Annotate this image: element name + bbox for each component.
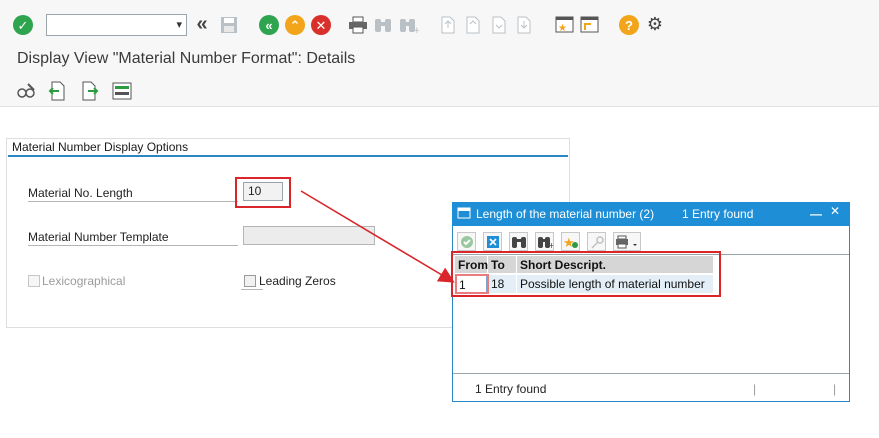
close-icon[interactable]: ✕ (830, 204, 840, 218)
status-divider: | (753, 382, 757, 396)
highlight-box-length (235, 177, 291, 208)
back-icon[interactable]: « (259, 15, 279, 35)
highlight-box-from (455, 274, 489, 294)
checkbox-underline (241, 289, 263, 290)
highlight-box-result (451, 251, 721, 297)
material-template-input[interactable] (243, 226, 375, 245)
chevron-down-icon[interactable]: ▾ (176, 18, 182, 31)
page-title: Display View "Material Number Format": D… (17, 50, 356, 67)
leading-zeros-checkbox[interactable] (244, 275, 256, 287)
exit-icon[interactable]: ⌃ (285, 15, 305, 35)
add-favorite-icon[interactable]: ★ (561, 232, 580, 251)
save-icon[interactable] (219, 15, 239, 35)
previous-entry-icon[interactable] (48, 81, 66, 101)
print-menu-icon[interactable] (613, 232, 641, 251)
display-change-icon[interactable] (16, 82, 36, 100)
svg-text:+: + (548, 241, 553, 249)
help-icon[interactable]: ? (619, 15, 639, 35)
material-template-label: Material Number Template (28, 230, 169, 244)
status-text: 1 Entry found (475, 382, 547, 396)
popup-found-count: 1 Entry found (682, 207, 754, 221)
status-divider: | (833, 382, 837, 396)
leading-zeros-label: Leading Zeros (259, 274, 336, 288)
create-session-icon[interactable]: ★ (555, 15, 575, 35)
material-length-label: Material No. Length (28, 186, 133, 200)
print-icon[interactable] (348, 15, 368, 35)
svg-text:+: + (413, 26, 419, 34)
next-page-icon[interactable] (490, 15, 508, 35)
back-double-icon[interactable]: « (193, 13, 211, 35)
lexicographical-label: Lexicographical (42, 274, 126, 288)
label-underline (28, 201, 238, 202)
label-underline (28, 245, 238, 246)
popup-title: Length of the material number (2) (476, 207, 655, 221)
lexicographical-checkbox[interactable] (28, 275, 40, 287)
check-icon[interactable]: ✓ (13, 15, 33, 35)
command-field[interactable]: ▾ (46, 14, 187, 36)
cancel-icon[interactable] (483, 232, 502, 251)
key-icon[interactable] (587, 232, 606, 251)
minimize-icon[interactable]: — (810, 207, 822, 221)
group-title-underline (8, 155, 568, 157)
first-page-icon[interactable] (439, 15, 457, 35)
find-icon[interactable] (373, 15, 393, 35)
popup-window-icon (457, 206, 471, 223)
popup-header: Length of the material number (2) 1 Entr… (452, 202, 850, 226)
previous-page-icon[interactable] (464, 15, 482, 35)
confirm-icon[interactable] (457, 232, 476, 251)
find-next-icon[interactable]: + (535, 232, 554, 251)
find-next-icon[interactable]: + (399, 15, 419, 35)
group-title: Material Number Display Options (12, 140, 189, 154)
find-icon[interactable] (509, 232, 528, 251)
settings-icon[interactable]: ⚙ (645, 14, 665, 34)
variable-list-icon[interactable] (112, 82, 132, 100)
popup-status-bar: 1 Entry found | | (453, 378, 849, 400)
last-page-icon[interactable] (515, 15, 533, 35)
cancel-icon[interactable]: ✕ (311, 15, 331, 35)
svg-text:★: ★ (558, 23, 567, 34)
next-entry-icon[interactable] (81, 81, 99, 101)
generate-shortcut-icon[interactable] (580, 15, 600, 35)
